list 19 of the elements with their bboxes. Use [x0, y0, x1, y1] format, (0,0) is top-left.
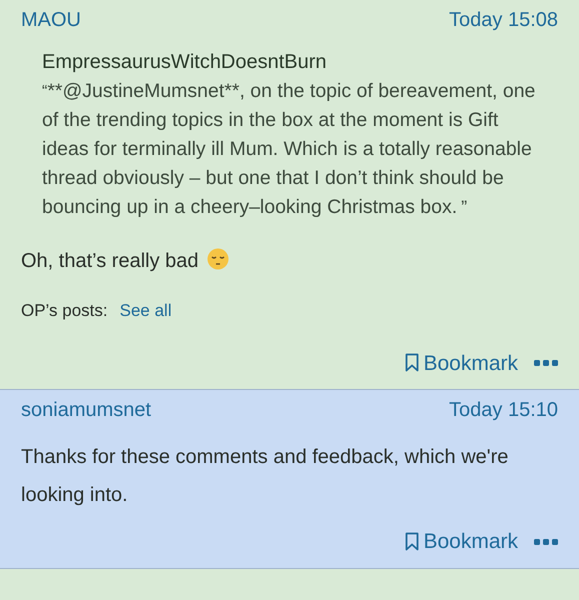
bookmark-icon [405, 353, 420, 374]
quote-text: “**@JustineMumsnet**, on the topic of bereavement, one of the trending topics in the box at the moment is Gift ideas for terminally ill Mum. Which is a totally reasonable thread obviously – but one that I don’t think should be bouncing up in a cheery–looking Christmas box. ” [42, 79, 536, 220]
author-name[interactable]: MAOU [21, 5, 81, 35]
pensive-face-icon [206, 248, 229, 270]
see-all-link[interactable]: See all [120, 298, 172, 324]
post-text: Oh, that’s really bad [21, 242, 229, 280]
op-posts-label: OP’s posts: [21, 300, 108, 322]
bookmark-button[interactable]: Bookmark [405, 526, 518, 558]
bookmark-button[interactable]: Bookmark [405, 348, 518, 379]
more-icon [534, 538, 558, 546]
more-options-button[interactable] [534, 359, 558, 368]
author-name[interactable]: soniamumsnet [21, 395, 152, 425]
post-time: Today 15:10 [449, 398, 558, 423]
bookmark-icon [405, 532, 420, 552]
more-options-button[interactable] [534, 538, 558, 546]
post-time: Today 15:08 [449, 8, 558, 33]
quoted-author: EmpressaurusWitchDoesntBurn [42, 50, 328, 75]
more-icon [534, 359, 558, 368]
post-text: Thanks for these comments and feedback, which we're looking into. [21, 445, 510, 508]
